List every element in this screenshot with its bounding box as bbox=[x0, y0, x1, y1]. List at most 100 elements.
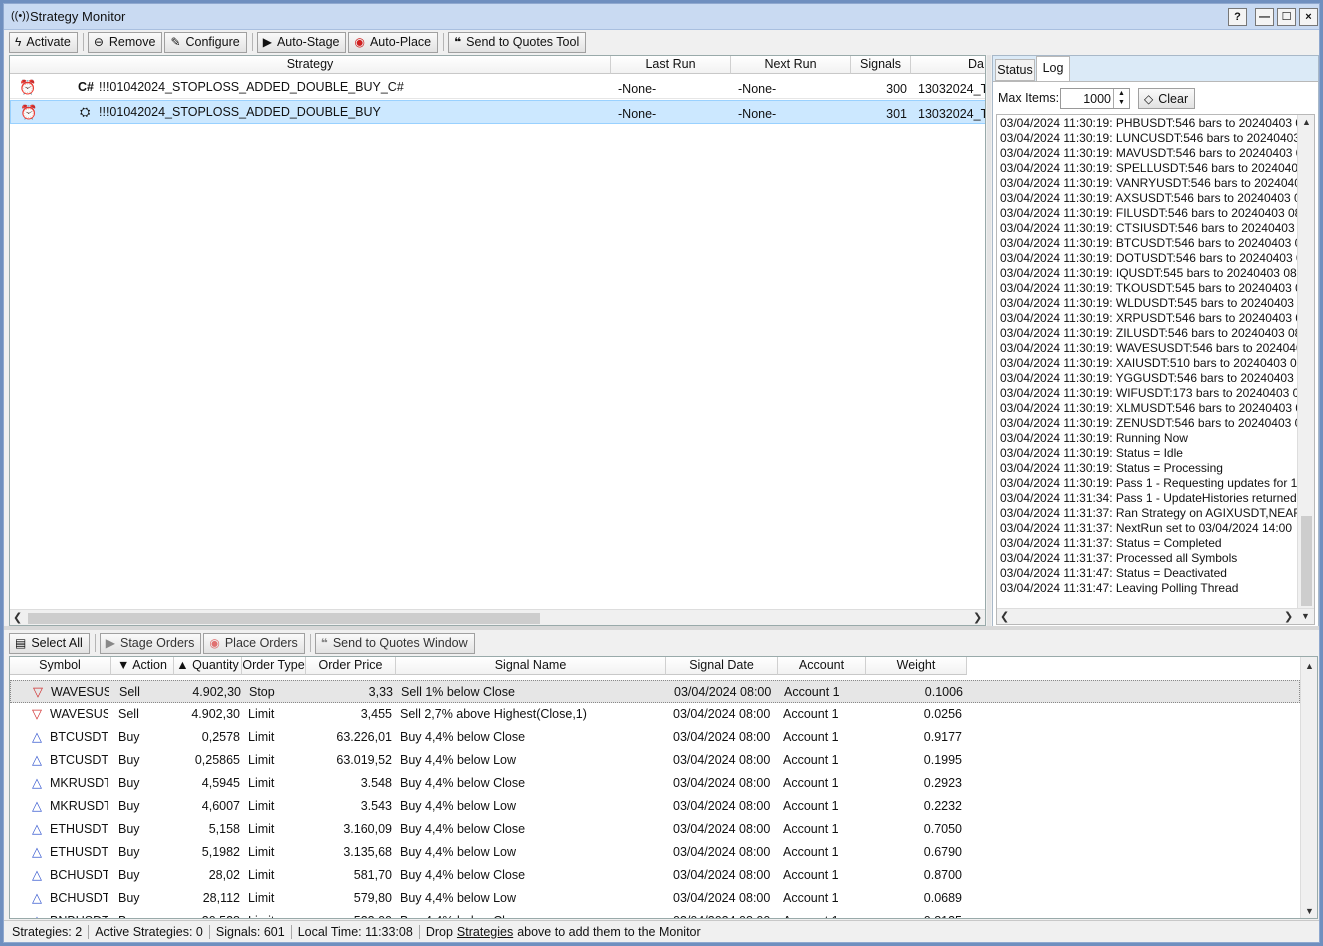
configure-button[interactable]: ✎ Configure bbox=[164, 31, 247, 53]
order-quantity: 28,112 bbox=[202, 891, 240, 905]
order-quantity: 28,02 bbox=[208, 868, 240, 882]
max-items-value[interactable]: 1000 bbox=[1063, 92, 1111, 106]
title-bar[interactable]: ((•)) Strategy Monitor ? — ☐ × bbox=[4, 4, 1319, 30]
remove-button[interactable]: ⊖ Remove bbox=[87, 31, 163, 53]
scrollbar-thumb[interactable] bbox=[28, 613, 540, 624]
strategy-row-selected[interactable]: ⏰ ⛭ !!!01042024_STOPLOSS_ADDED_DOUBLE_BU… bbox=[10, 100, 985, 124]
column-header-quantity[interactable]: ▲ Quantity bbox=[174, 657, 242, 675]
order-weight: 0.2923 bbox=[923, 776, 962, 790]
help-button[interactable]: ? bbox=[1228, 8, 1247, 26]
log-line: 03/04/2024 11:30:19: YGGUSDT:546 bars to… bbox=[1000, 371, 1315, 385]
vertical-splitter[interactable] bbox=[987, 55, 991, 626]
status-bar: Strategies: 2 Active Strategies: 0 Signa… bbox=[4, 920, 1319, 942]
select-all-button[interactable]: ▤ Select All bbox=[9, 632, 90, 654]
spin-down-icon[interactable]: ▼ bbox=[1118, 99, 1125, 106]
order-row[interactable]: ▽ WAVESUSDT Sell 4.902,30 Stop 3,33 Sell 1% be… bbox=[10, 680, 1300, 703]
order-account: Account 1 bbox=[784, 685, 840, 699]
send-to-quotes-window-button[interactable]: ❝ Send to Quotes Window bbox=[314, 632, 475, 654]
orders-toolbar: ▤ Select All ▶ Stage Orders ◉ Place Orders … bbox=[4, 631, 477, 655]
clear-log-button[interactable]: ◇ Clear bbox=[1138, 88, 1196, 109]
tab-log[interactable]: Log bbox=[1036, 56, 1070, 82]
next-run: -None- bbox=[738, 107, 777, 121]
max-items-spinner[interactable]: 1000 ▲ ▼ bbox=[1060, 88, 1130, 109]
order-row[interactable]: ▽ WAVESUSDT Sell 4.902,30 Limit 3,455 Sell 2,7… bbox=[10, 703, 1300, 726]
buy-arrow-icon: △ bbox=[32, 890, 42, 905]
sort-desc-icon: ▼ bbox=[117, 658, 133, 672]
order-row[interactable]: △ MKRUSDT Buy 4,5945 Limit 3.548 Buy 4,4% belo… bbox=[10, 772, 1300, 795]
tab-status[interactable]: Status bbox=[995, 59, 1035, 81]
log-line: 03/04/2024 11:30:19: DOTUSDT:546 bars to… bbox=[1000, 251, 1315, 265]
order-price: 579,80 bbox=[353, 891, 392, 905]
order-row[interactable]: △ ETHUSDT Buy 5,158 Limit 3.160,09 Buy 4,4% be… bbox=[10, 818, 1300, 841]
scroll-left-icon[interactable]: ❮ bbox=[13, 611, 22, 624]
scroll-up-icon[interactable]: ▲ bbox=[1302, 117, 1311, 127]
column-header-symbol[interactable]: Symbol bbox=[10, 657, 111, 675]
order-row[interactable]: △ BNBUSDT Buy 30,528 Limit522,00 Buy 4,4% bel… bbox=[10, 910, 1300, 918]
order-symbol: BNBUSDT bbox=[50, 914, 108, 918]
order-quantity: 4.902,30 bbox=[192, 685, 241, 699]
column-header-action[interactable]: ▼ Action bbox=[111, 657, 174, 675]
place-orders-button[interactable]: ◉ Place Orders bbox=[203, 632, 305, 654]
strategies-link[interactable]: Strategies bbox=[453, 925, 513, 939]
column-header-order-type[interactable]: Order Type bbox=[242, 657, 306, 675]
scroll-right-icon[interactable]: ❯ bbox=[1284, 610, 1293, 623]
column-header-weight[interactable]: Weight bbox=[866, 657, 967, 675]
log-vertical-scrollbar[interactable]: ▲ bbox=[1297, 115, 1314, 608]
order-row[interactable]: △ BCHUSDT Buy 28,112 Limit 579,80 Buy 4,4% bel… bbox=[10, 887, 1300, 910]
active-strategies-count: Active Strategies: 0 bbox=[89, 924, 210, 939]
select-all-label: Select All bbox=[31, 636, 83, 650]
scroll-up-icon[interactable]: ▲ bbox=[1305, 661, 1314, 671]
maximize-button[interactable]: ☐ bbox=[1277, 8, 1296, 26]
strategy-name: !!!01042024_STOPLOSS_ADDED_DOUBLE_BUY bbox=[99, 105, 381, 119]
order-row[interactable]: △ ETHUSDT Buy 5,1982 Limit 3.135,68 Buy 4,4% b… bbox=[10, 841, 1300, 864]
order-account: Account 1 bbox=[783, 776, 839, 790]
orders-vertical-scrollbar[interactable]: ▲ ▼ bbox=[1300, 657, 1317, 918]
scroll-down-icon[interactable]: ▼ bbox=[1301, 611, 1310, 621]
next-run: -None- bbox=[738, 82, 777, 96]
order-price: 3,455 bbox=[360, 707, 392, 721]
column-header-last-run[interactable]: Last Run bbox=[611, 56, 731, 74]
scroll-down-icon[interactable]: ▼ bbox=[1305, 906, 1314, 916]
record-icon: ◉ bbox=[354, 35, 365, 49]
stage-orders-button[interactable]: ▶ Stage Orders bbox=[99, 632, 202, 654]
activate-button[interactable]: ϟ Activate bbox=[9, 31, 78, 53]
toolbar-separator bbox=[443, 33, 445, 51]
strategy-name: !!!01042024_STOPLOSS_ADDED_DOUBLE_BUY_C# bbox=[99, 80, 404, 94]
auto-stage-button[interactable]: ▶ Auto-Stage bbox=[256, 31, 347, 53]
column-header-date[interactable]: Da bbox=[911, 56, 985, 74]
scrollbar-thumb[interactable] bbox=[1301, 516, 1312, 606]
strategy-row[interactable]: ⏰ C# !!!01042024_STOPLOSS_ADDED_DOUBLE_B… bbox=[10, 75, 985, 99]
sell-arrow-icon: ▽ bbox=[32, 706, 42, 721]
column-header-strategy[interactable]: Strategy bbox=[10, 56, 611, 74]
close-button[interactable]: × bbox=[1299, 8, 1318, 26]
minimize-button[interactable]: — bbox=[1255, 8, 1274, 26]
quantity-header-label: Quantity bbox=[192, 658, 239, 672]
column-header-signal-date[interactable]: Signal Date bbox=[666, 657, 778, 675]
horizontal-splitter[interactable] bbox=[4, 626, 1319, 630]
signal-date: 03/04/2024 08:00 bbox=[673, 868, 771, 882]
column-header-order-price[interactable]: Order Price bbox=[306, 657, 396, 675]
order-action: Buy bbox=[118, 799, 140, 813]
horizontal-scrollbar[interactable]: ❮ ❯ bbox=[10, 609, 985, 625]
spin-up-icon[interactable]: ▲ bbox=[1118, 90, 1125, 97]
signal-date: 03/04/2024 08:00 bbox=[673, 891, 771, 905]
order-weight: 0.8700 bbox=[923, 868, 962, 882]
column-header-next-run[interactable]: Next Run bbox=[731, 56, 851, 74]
order-row[interactable]: △ BTCUSDT Buy 0,25865 Limit 63.019,52 Buy 4,4%… bbox=[10, 749, 1300, 772]
order-row[interactable]: △ MKRUSDT Buy 4,6007 Limit 3.543 Buy 4,4% belo… bbox=[10, 795, 1300, 818]
scroll-right-icon[interactable]: ❯ bbox=[973, 611, 982, 624]
log-horizontal-scrollbar[interactable]: ❮ ❯ ▼ bbox=[997, 608, 1314, 624]
auto-place-button[interactable]: ◉ Auto-Place bbox=[348, 31, 439, 53]
auto-stage-label: Auto-Stage bbox=[276, 35, 340, 49]
order-row[interactable]: △ BTCUSDT Buy 0,2578 Limit 63.226,01 Buy 4,4% … bbox=[10, 726, 1300, 749]
column-header-account[interactable]: Account bbox=[778, 657, 866, 675]
scroll-left-icon[interactable]: ❮ bbox=[1000, 610, 1009, 623]
log-list[interactable]: 03/04/2024 11:30:19: PHBUSDT:546 bars to… bbox=[996, 114, 1315, 625]
order-row[interactable]: △ BCHUSDT Buy 28,02 Limit 581,70 Buy 4,4% belo… bbox=[10, 864, 1300, 887]
column-header-signal-name[interactable]: Signal Name bbox=[396, 657, 666, 675]
column-header-signals[interactable]: Signals bbox=[851, 56, 911, 74]
order-symbol: ETHUSDT bbox=[50, 822, 108, 836]
send-to-quotes-tool-button[interactable]: ❝ Send to Quotes Tool bbox=[448, 31, 587, 53]
spinner-buttons[interactable]: ▲ ▼ bbox=[1113, 89, 1129, 108]
order-weight: 0.1006 bbox=[924, 685, 963, 699]
